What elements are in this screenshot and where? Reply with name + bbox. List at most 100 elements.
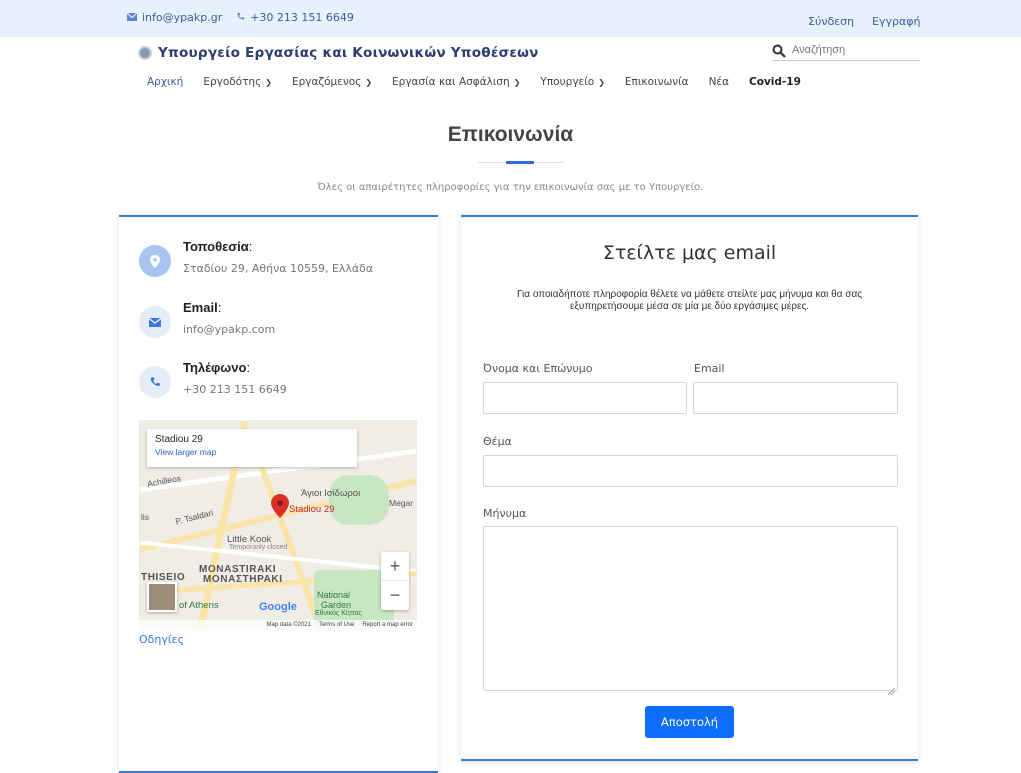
location-label: Τοποθεσία — [183, 239, 249, 254]
login-link[interactable]: Σύνδεση — [808, 15, 854, 28]
email-info: Email: info@ypakp.com — [139, 300, 275, 338]
register-link[interactable]: Εγγραφή — [872, 15, 920, 28]
name-input[interactable] — [484, 383, 686, 413]
message-field-label: Μήνυμα — [483, 507, 527, 520]
name-field-label: Όνομα και Επώνυμο — [483, 362, 593, 375]
map-label: National — [317, 590, 351, 600]
title-divider-accent — [506, 161, 534, 164]
submit-button[interactable]: Αποστολή — [645, 706, 734, 738]
zoom-in-button[interactable]: + — [381, 552, 409, 581]
contact-form-card: Στείλτε μας email Για οποιαδήποτε πληροφ… — [461, 215, 918, 761]
nav-item-employer[interactable]: Εργοδότης ❯ — [203, 76, 272, 88]
message-field[interactable] — [483, 526, 898, 696]
zoom-out-button[interactable]: − — [381, 581, 409, 610]
search-icon[interactable] — [772, 43, 786, 58]
nav-item-label: Επικοινωνία — [624, 76, 689, 88]
page-title: Επικοινωνία — [447, 123, 574, 146]
map-terms-link[interactable]: Terms of Use — [319, 622, 354, 628]
map-park — [329, 475, 389, 525]
email-colon: : — [217, 300, 222, 315]
map-place-title: Stadiou 29 — [155, 434, 203, 445]
resize-grip-icon[interactable] — [887, 680, 896, 696]
map-label: P. Tsaldari — [174, 507, 215, 527]
chevron-down-icon: ❯ — [365, 77, 373, 87]
map-footer: Map data ©2021 Terms of Use Report a map… — [139, 620, 417, 630]
top-phone-link[interactable]: +30 213 151 6649 — [250, 11, 354, 24]
location-colon: : — [248, 239, 253, 254]
brand-name: Υπουργείο Εργασίας και Κοινωνικών Υποθέσ… — [158, 45, 539, 61]
brand[interactable]: Υπουργείο Εργασίας και Κοινωνικών Υποθέσ… — [138, 45, 539, 61]
envelope-icon — [126, 11, 138, 24]
phone-value[interactable]: +30 213 151 6649 — [183, 383, 287, 396]
location-info: Τοποθεσία: Σταδίου 29, Αθήνα 10559, Ελλά… — [139, 239, 373, 277]
top-email-link[interactable]: info@ypakp.gr — [142, 11, 222, 24]
nav-item-work-insurance[interactable]: Εργασία και Ασφάλιση ❯ — [392, 76, 520, 88]
chevron-down-icon: ❯ — [265, 77, 272, 87]
form-title: Στείλτε μας email — [602, 242, 777, 264]
nav-item-label: Νέα — [708, 76, 730, 88]
map-label: lis — [141, 512, 150, 522]
chevron-down-icon: ❯ — [598, 77, 605, 87]
nav-item-covid[interactable]: Covid-19 — [749, 76, 801, 88]
top-bar: info@ypakp.gr +30 213 151 6649 Σύνδεση Ε… — [0, 0, 1021, 37]
nav-item-news[interactable]: Νέα — [709, 76, 729, 88]
embedded-map[interactable]: Stadiou 29 View larger map Achilleos P. … — [139, 420, 417, 630]
page-subtitle: Όλες οι απαιρέτητες πληροφορίες για την … — [317, 182, 704, 193]
nav-item-label: Υπουργείο — [540, 76, 595, 88]
title-divider — [478, 161, 563, 164]
nav-item-label: Εργαζόμενος — [291, 76, 362, 88]
form-description: Για οποιαδήποτε πληροφορία θέλετε να μάθ… — [516, 289, 863, 312]
directions-link[interactable]: Οδηγίες — [139, 633, 184, 646]
chevron-down-icon: ❯ — [513, 77, 521, 87]
nav-item-ministry[interactable]: Υπουργείο ❯ — [540, 76, 604, 88]
map-label: Temporarily closed — [229, 544, 288, 551]
email-label: Email — [183, 300, 218, 315]
nav-item-label: Εργασία και Ασφάλιση — [392, 76, 510, 88]
ministry-logo-icon — [138, 46, 152, 60]
map-label: Stadiou 29 — [289, 504, 335, 515]
view-larger-map-link[interactable]: View larger map — [155, 447, 349, 457]
subject-input[interactable] — [484, 456, 897, 486]
google-logo: Google — [259, 601, 297, 613]
phone-label: Τηλέφωνο — [183, 360, 247, 375]
message-textarea[interactable] — [484, 527, 897, 690]
search-box[interactable] — [772, 39, 920, 61]
map-zoom-control: + − — [381, 552, 409, 610]
nav-item-employee[interactable]: Εργαζόμενος ❯ — [292, 76, 372, 88]
phone-info: Τηλέφωνο: +30 213 151 6649 — [139, 360, 287, 398]
nav-item-contact[interactable]: Επικοινωνία — [625, 76, 689, 88]
envelope-icon — [139, 306, 171, 338]
map-label: ΜΟΝΑΣΤΗΡΑΚΙ — [203, 574, 283, 585]
map-data-credit: Map data ©2021 — [266, 622, 311, 628]
map-info-window: Stadiou 29 View larger map — [147, 429, 357, 467]
email-value[interactable]: info@ypakp.com — [183, 323, 275, 336]
nav-item-home[interactable]: Αρχική — [147, 76, 183, 88]
top-contact: info@ypakp.gr +30 213 151 6649 — [126, 11, 354, 24]
phone-icon — [236, 11, 245, 24]
name-field[interactable] — [483, 382, 687, 414]
map-label: of Athens — [179, 600, 219, 611]
main-nav: Αρχική Εργοδότης ❯ Εργαζόμενος ❯ Εργασία κ… — [147, 76, 821, 88]
map-label: Garden — [321, 600, 352, 610]
search-input[interactable] — [792, 43, 912, 56]
subject-field[interactable] — [483, 455, 898, 487]
phone-colon: : — [246, 360, 251, 375]
email-input[interactable] — [694, 383, 897, 413]
location-value: Σταδίου 29, Αθήνα 10559, Ελλάδα — [183, 262, 374, 275]
map-label: Megar — [389, 498, 414, 508]
street-view-thumbnail[interactable] — [147, 582, 177, 612]
email-field[interactable] — [693, 382, 898, 414]
contact-info-card: Τοποθεσία: Σταδίου 29, Αθήνα 10559, Ελλά… — [119, 215, 438, 773]
nav-item-label: Αρχική — [147, 76, 184, 88]
subject-field-label: Θέμα — [483, 435, 512, 448]
nav-item-label: Εργοδότης — [203, 76, 262, 88]
map-marker-icon[interactable] — [271, 494, 289, 518]
email-field-label: Email — [694, 362, 725, 375]
nav-item-label: Covid-19 — [749, 76, 801, 88]
map-report-link[interactable]: Report a map error — [362, 622, 413, 628]
phone-icon — [139, 366, 171, 398]
google-logo-text: Google — [259, 601, 297, 613]
map-label: Άγιοι Ισίδωροι — [301, 488, 361, 499]
map-label: Εθνικός Κήπος — [315, 610, 362, 617]
location-pin-icon — [139, 245, 171, 277]
